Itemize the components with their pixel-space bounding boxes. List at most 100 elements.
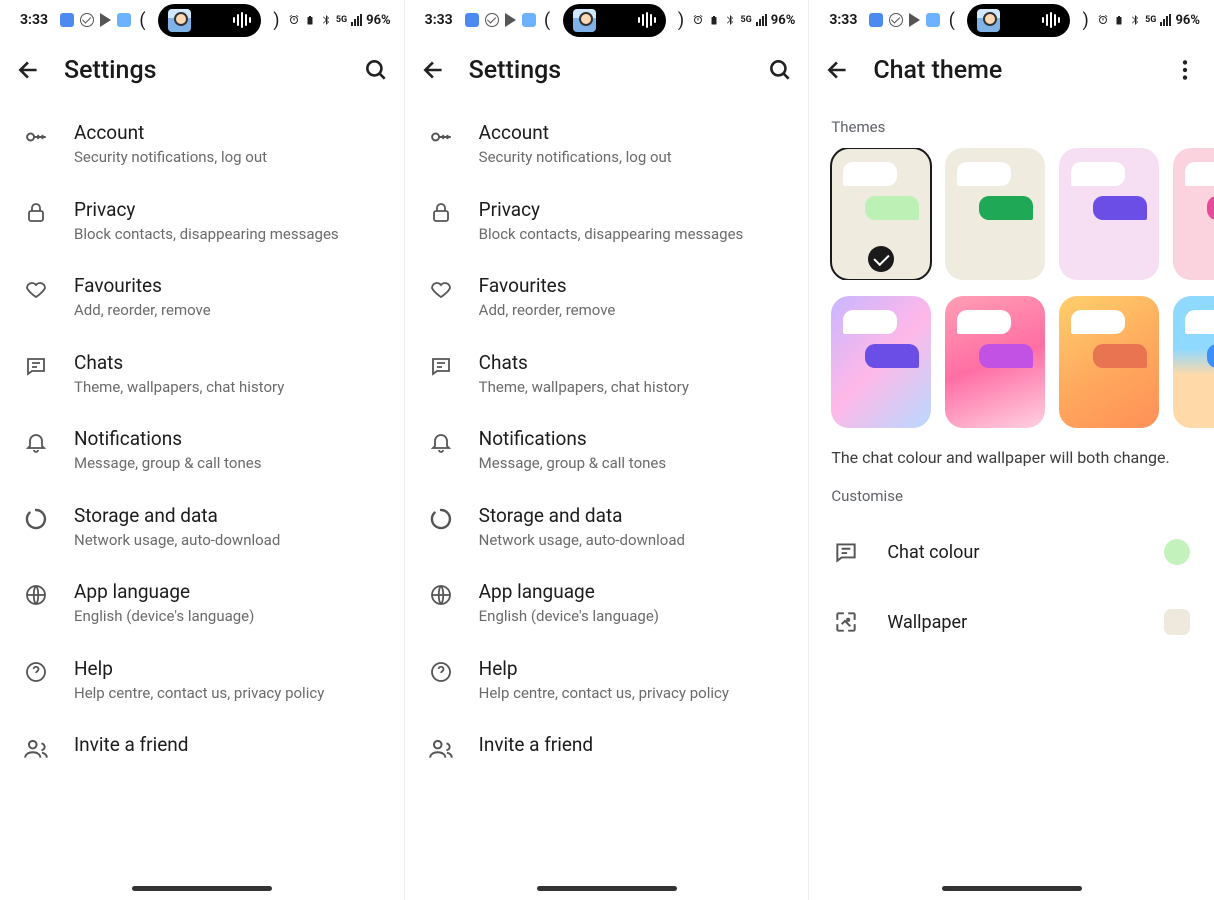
settings-item-language[interactable]: App languageEnglish (device's language) (405, 565, 810, 642)
cloud-icon (465, 13, 479, 27)
settings-item-storage[interactable]: Storage and dataNetwork usage, auto-down… (405, 489, 810, 566)
settings-item-privacy[interactable]: PrivacyBlock contacts, disappearing mess… (405, 183, 810, 260)
item-title: Notifications (479, 427, 666, 450)
settings-item-privacy[interactable]: Privacy Block contacts, disappearing mess… (0, 183, 405, 260)
item-title: Privacy (74, 198, 339, 221)
settings-list: AccountSecurity notifications, log out P… (405, 100, 810, 876)
app-bar: Settings (405, 40, 810, 100)
search-icon[interactable] (363, 57, 389, 83)
back-arrow-icon[interactable] (421, 57, 447, 83)
theme-tile[interactable] (831, 296, 931, 428)
settings-item-chats[interactable]: ChatsTheme, wallpapers, chat history (0, 336, 405, 413)
more-vert-icon[interactable] (1172, 57, 1198, 83)
settings-item-help[interactable]: HelpHelp centre, contact us, privacy pol… (0, 642, 405, 719)
check-circle-icon (80, 13, 94, 27)
item-subtitle: Message, group & call tones (74, 454, 261, 474)
battery-percent: 96% (1175, 13, 1200, 28)
customise-chat-colour[interactable]: Chat colour (809, 517, 1214, 587)
battery-small-icon (1113, 14, 1125, 26)
theme-tile[interactable] (1173, 296, 1214, 428)
page-title: Settings (64, 56, 341, 85)
app-square-icon (117, 13, 131, 27)
themes-section-label: Themes (809, 100, 1214, 148)
heart-icon (429, 277, 453, 301)
chat-icon (833, 539, 859, 565)
settings-item-help[interactable]: HelpHelp centre, contact us, privacy pol… (405, 642, 810, 719)
chat-colour-swatch (1164, 539, 1190, 565)
help-icon (429, 660, 453, 684)
audio-bars-icon (1042, 12, 1060, 28)
dynamic-island[interactable] (158, 4, 261, 37)
settings-item-chats[interactable]: ChatsTheme, wallpapers, chat history (405, 336, 810, 413)
chat-icon (24, 354, 48, 378)
nav-bar[interactable] (405, 876, 810, 900)
nav-bar[interactable] (0, 876, 405, 900)
alarm-icon (288, 14, 300, 26)
themes-row-1 (809, 148, 1214, 280)
theme-tile[interactable] (1059, 148, 1159, 280)
item-subtitle: Add, reorder, remove (479, 301, 616, 321)
battery-percent: 96% (771, 13, 796, 28)
settings-item-invite[interactable]: Invite a friend (405, 718, 810, 777)
item-title: Privacy (479, 198, 744, 221)
check-icon (868, 246, 894, 272)
settings-item-notifications[interactable]: Notifications Message, group & call tones (405, 412, 810, 489)
incoming-bubble (957, 310, 1011, 334)
settings-item-account[interactable]: AccountSecurity notifications, log out (0, 106, 405, 183)
settings-item-favourites[interactable]: FavouritesAdd, reorder, remove (405, 259, 810, 336)
avatar-icon (573, 9, 596, 32)
network-type: 5G (740, 15, 751, 25)
settings-item-account[interactable]: AccountSecurity notifications, log out (405, 106, 810, 183)
back-arrow-icon[interactable] (16, 57, 42, 83)
incoming-bubble (1185, 162, 1214, 186)
page-title: Chat theme (873, 56, 1150, 85)
theme-tile[interactable] (1059, 296, 1159, 428)
lock-icon (24, 201, 48, 225)
settings-item-favourites[interactable]: FavouritesAdd, reorder, remove (0, 259, 405, 336)
help-icon (24, 660, 48, 684)
settings-item-notifications[interactable]: NotificationsMessage, group & call tones (0, 412, 405, 489)
item-subtitle: English (device's language) (74, 607, 254, 627)
incoming-bubble (1185, 310, 1214, 334)
signal-icon (351, 14, 362, 26)
item-subtitle: Message, group & call tones (479, 454, 666, 474)
outgoing-bubble (1207, 344, 1214, 368)
item-subtitle: Add, reorder, remove (74, 301, 211, 321)
theme-tile[interactable] (1173, 148, 1214, 280)
outgoing-bubble (1093, 344, 1147, 368)
bluetooth-icon (320, 14, 332, 26)
theme-tile[interactable] (831, 148, 931, 280)
play-outline-icon (505, 13, 516, 27)
theme-tile[interactable] (945, 296, 1045, 428)
settings-item-language[interactable]: App languageEnglish (device's language) (0, 565, 405, 642)
item-title: Invite a friend (479, 733, 593, 756)
key-icon (428, 124, 454, 150)
nav-bar[interactable] (809, 876, 1214, 900)
item-subtitle: Theme, wallpapers, chat history (479, 378, 689, 398)
search-icon[interactable] (767, 57, 793, 83)
settings-item-storage[interactable]: Storage and dataNetwork usage, auto-down… (0, 489, 405, 566)
customise-wallpaper[interactable]: Wallpaper (809, 587, 1214, 657)
item-title: Help (74, 657, 324, 680)
dynamic-island[interactable] (967, 4, 1070, 37)
status-time: 3:33 (829, 12, 857, 28)
back-arrow-icon[interactable] (825, 57, 851, 83)
incoming-bubble (1071, 310, 1125, 334)
item-title: Account (74, 121, 267, 144)
incoming-bubble (843, 162, 897, 186)
incoming-bubble (1071, 162, 1125, 186)
people-icon (428, 736, 454, 762)
status-bar: 3:33 ( ) 5G 96% (809, 0, 1214, 40)
dynamic-island[interactable] (563, 4, 666, 37)
item-title: Storage and data (479, 504, 685, 527)
incoming-bubble (843, 310, 897, 334)
wallpaper-label: Wallpaper (887, 612, 1136, 633)
item-subtitle: Block contacts, disappearing messages (74, 225, 339, 245)
settings-item-invite[interactable]: Invite a friend (0, 718, 405, 777)
lock-icon (429, 201, 453, 225)
outgoing-bubble (979, 196, 1033, 220)
item-title: Chats (74, 351, 284, 374)
battery-small-icon (304, 14, 316, 26)
bluetooth-icon (724, 14, 736, 26)
theme-tile[interactable] (945, 148, 1045, 280)
